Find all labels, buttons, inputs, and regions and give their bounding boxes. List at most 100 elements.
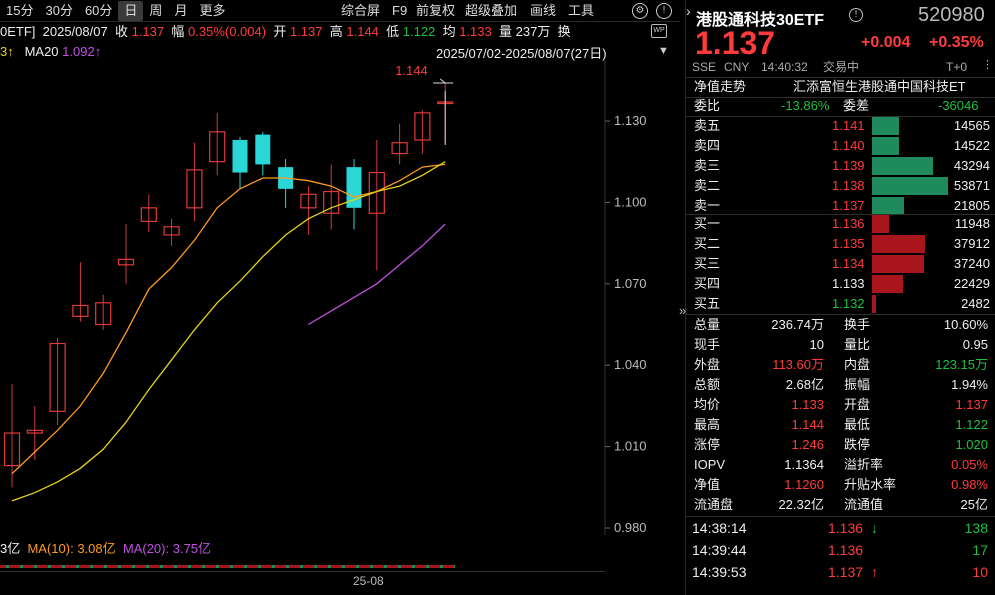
tick-price: 1.136: [828, 540, 863, 560]
stat-label: 均价: [694, 395, 720, 415]
y-tick-label: 1.040: [614, 357, 647, 372]
bid-level[interactable]: 买三1.13437240: [686, 254, 995, 274]
stat-value: 1.1260: [784, 475, 824, 495]
ma10-line: [12, 162, 445, 501]
bid-volume: 22429: [954, 274, 990, 294]
period-60min[interactable]: 60分: [79, 1, 118, 21]
tick-volume: 17: [972, 540, 988, 560]
period-15min[interactable]: 15分: [0, 1, 39, 21]
order-ratio-row: 委比 -13.86% 委差 -36046: [686, 96, 995, 116]
period-week[interactable]: 周: [143, 1, 168, 21]
bid-level[interactable]: 买一1.13611948: [686, 214, 995, 234]
tool-overlay[interactable]: 超级叠加: [465, 0, 517, 22]
ask-volume: 21805: [954, 196, 990, 216]
tick-row: 14:38:141.136↓138: [686, 518, 995, 538]
settings-icon[interactable]: ⚙: [632, 3, 648, 19]
more-icon[interactable]: ⋮: [982, 58, 993, 71]
bid-level[interactable]: 买二1.13537912: [686, 234, 995, 254]
tool-f9[interactable]: F9: [392, 0, 407, 22]
period-30min[interactable]: 30分: [39, 1, 78, 21]
tick-time: 14:39:53: [692, 562, 747, 582]
tool-adjust[interactable]: 前复权: [416, 0, 455, 22]
stat-value: 1.94%: [951, 375, 988, 395]
tool-draw[interactable]: 画线: [530, 0, 556, 22]
bid-volume: 11948: [955, 214, 990, 234]
stat-label: 内盘: [844, 355, 870, 375]
expand-icon[interactable]: »: [679, 303, 686, 318]
bid-label: 买四: [694, 274, 720, 294]
candle-body: [255, 135, 270, 165]
stat-row: 总量236.74万换手10.60%: [686, 315, 995, 335]
ask-level[interactable]: 卖二1.13853871: [686, 176, 995, 196]
tick-arrow-icon: ↓: [871, 518, 878, 538]
ask-volume: 43294: [954, 156, 990, 176]
tick-row: 14:39:531.137↑10: [686, 562, 995, 582]
tick-price: 1.137: [828, 562, 863, 582]
volume-bars: [0, 565, 455, 568]
stat-label: 净值: [694, 475, 720, 495]
ask-level[interactable]: 卖三 1.139 43294: [686, 156, 995, 176]
stat-label: 最低: [844, 415, 870, 435]
ask-price: 1.138: [832, 176, 865, 196]
y-tick-label: 1.130: [614, 113, 647, 128]
ask-price: 1.137: [832, 196, 865, 216]
tick-price: 1.136: [828, 518, 863, 538]
bid-price: 1.132: [832, 294, 865, 314]
ask-level[interactable]: 卖一1.13721805: [686, 196, 995, 216]
ask-price: 1.139: [832, 156, 865, 176]
stat-label: 溢折率: [844, 455, 883, 475]
dropdown-icon[interactable]: ▼: [658, 45, 669, 57]
bid-label: 买三: [694, 254, 720, 274]
ask-volume-bar: [872, 117, 899, 135]
info-icon[interactable]: !: [656, 3, 672, 19]
stat-row: 总额2.68亿振幅1.94%: [686, 375, 995, 395]
tick-time: 14:39:44: [692, 540, 747, 560]
stat-value: 0.98%: [951, 475, 988, 495]
nav-row[interactable]: 净值走势 汇添富恒生港股通中国科技ET: [686, 77, 995, 97]
period-day[interactable]: 日: [118, 1, 143, 21]
tool-composite[interactable]: 综合屏: [341, 0, 380, 22]
stat-value: 236.74万: [771, 315, 824, 335]
status-row: SSE CNY 14:40:32 交易中 T+0: [686, 57, 995, 77]
stat-row: 外盘113.60万内盘123.15万: [686, 355, 995, 375]
stat-value: 10.60%: [944, 315, 988, 335]
y-tick-label: 1.010: [614, 439, 647, 454]
stat-label: 换手: [844, 315, 870, 335]
stat-value: 1.133: [791, 395, 824, 415]
stat-label: IOPV: [694, 455, 725, 475]
price-change-pct: +0.35%: [929, 34, 984, 52]
bid-price: 1.136: [832, 214, 865, 234]
tick-volume: 10: [972, 562, 988, 582]
y-tick-label: 1.100: [614, 194, 647, 209]
ask-label: 卖三: [694, 156, 720, 176]
stat-label: 流通值: [844, 495, 883, 515]
stat-value: 10: [810, 335, 824, 355]
stat-row: 涨停1.246跌停1.020: [686, 435, 995, 455]
ask-volume-bar: [872, 177, 948, 195]
kline-chart[interactable]: 1.1301.1001.0701.0401.0100.9801.144: [0, 60, 680, 535]
ask-level[interactable]: 卖五1.14114565: [686, 116, 995, 136]
period-more[interactable]: 更多: [193, 1, 231, 21]
bid-volume-bar: [872, 255, 924, 273]
stat-value: 25亿: [961, 495, 988, 515]
stat-value: 123.15万: [935, 355, 988, 375]
info-circle-icon[interactable]: !: [849, 8, 863, 22]
high-marker-label: 1.144: [395, 63, 428, 78]
period-month[interactable]: 月: [168, 1, 193, 21]
bid-level[interactable]: 买四 1.133 22429: [686, 274, 995, 294]
ask-volume: 14565: [954, 116, 990, 136]
bid-level[interactable]: 买五1.1322482: [686, 294, 995, 314]
bid-price: 1.133: [832, 274, 865, 294]
wp-icon[interactable]: WP: [651, 24, 667, 38]
stat-row: 流通盘22.32亿流通值25亿: [686, 495, 995, 515]
ma-legend: 3↑ MA20 1.092↑: [0, 42, 101, 62]
tick-time: 14:38:14: [692, 518, 747, 538]
tool-tools[interactable]: 工具: [568, 0, 594, 22]
ask-price: 1.141: [832, 116, 865, 136]
fund-code: 520980: [918, 4, 985, 27]
ask-volume: 53871: [954, 176, 990, 196]
stat-value: 22.32亿: [778, 495, 824, 515]
ask-level[interactable]: 卖四1.14014522: [686, 136, 995, 156]
candle-body: [233, 140, 248, 173]
volume-panel: 3亿 MA(10): 3.08亿 MA(20): 3.75亿 25-08: [0, 538, 680, 595]
